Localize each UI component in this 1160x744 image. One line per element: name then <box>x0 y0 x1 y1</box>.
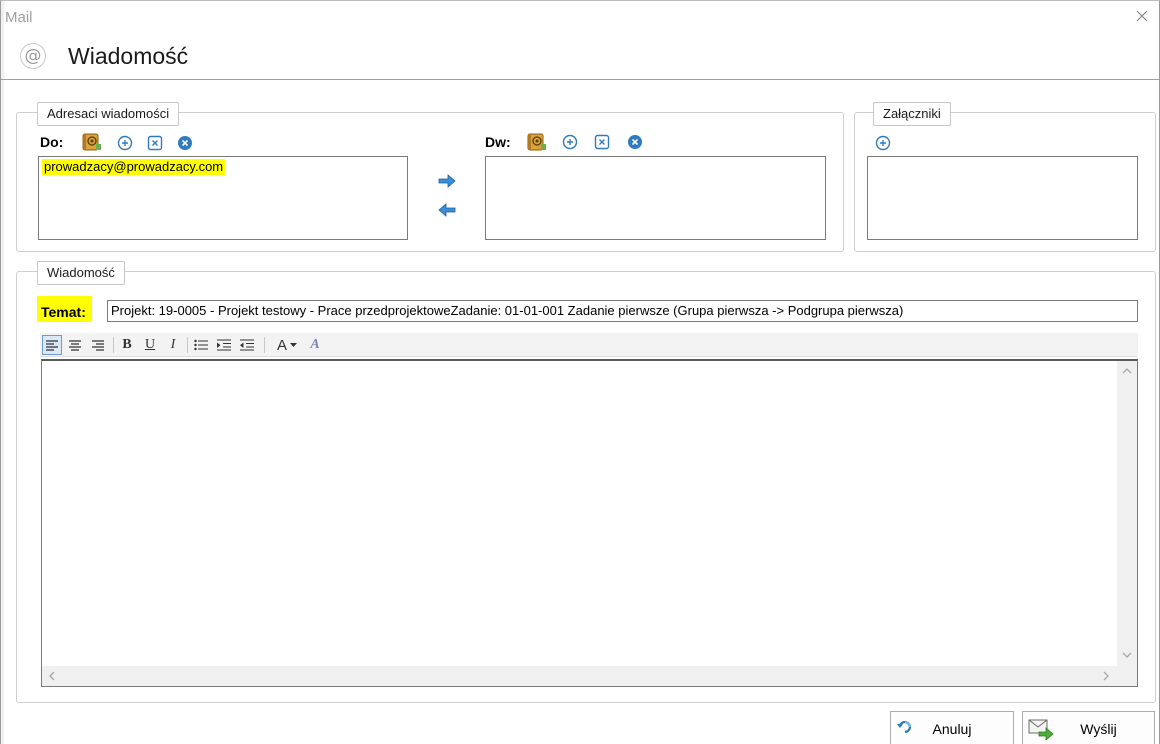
toolbar-separator <box>187 337 188 353</box>
to-label: Do: <box>40 134 64 150</box>
cc-address-book-icon[interactable] <box>525 132 547 152</box>
bullet-list-icon[interactable] <box>191 335 211 355</box>
scroll-left-icon[interactable] <box>48 671 56 684</box>
message-legend: Wiadomość <box>37 261 125 285</box>
cc-recipients-list[interactable] <box>485 156 826 240</box>
window-title: Mail <box>5 9 33 26</box>
subject-label: Temat: <box>37 296 92 322</box>
move-left-icon[interactable] <box>438 201 456 219</box>
close-icon[interactable] <box>1131 5 1153 27</box>
attachments-list[interactable] <box>867 156 1138 240</box>
scroll-up-icon[interactable] <box>1122 365 1132 378</box>
mail-window: Mail @ Wiadomość Adresaci wiadomości Do:… <box>0 0 1160 744</box>
font-color-label: A <box>276 336 287 354</box>
toolbar-separator <box>264 337 265 353</box>
outdent-icon[interactable] <box>237 335 257 355</box>
scrollbar-corner <box>1117 666 1137 686</box>
formatting-toolbar: B U I A A <box>40 333 1138 357</box>
font-color-button[interactable]: A <box>272 335 302 355</box>
cc-clear-icon[interactable] <box>626 133 644 151</box>
underline-button[interactable]: U <box>140 335 160 355</box>
add-icon[interactable] <box>116 134 134 152</box>
at-icon: @ <box>20 43 46 69</box>
scroll-down-icon[interactable] <box>1122 649 1132 662</box>
cc-label: Dw: <box>485 134 511 150</box>
window-left-edge <box>1 1 4 744</box>
message-body-editor[interactable] <box>41 359 1138 687</box>
dialog-header: @ Wiadomość <box>1 35 1159 80</box>
vertical-scrollbar[interactable] <box>1117 361 1137 667</box>
to-recipients-list[interactable]: prowadzacy@prowadzacy.com <box>38 156 408 240</box>
address-book-icon[interactable] <box>80 132 102 152</box>
title-bar: Mail <box>1 1 1159 35</box>
italic-button[interactable]: I <box>163 335 183 355</box>
indent-icon[interactable] <box>214 335 234 355</box>
remove-icon[interactable] <box>146 134 164 152</box>
scroll-right-icon[interactable] <box>1102 671 1110 684</box>
clear-icon[interactable] <box>176 134 194 152</box>
cancel-label: Anuluj <box>932 721 972 737</box>
cc-remove-icon[interactable] <box>593 133 611 151</box>
bold-button[interactable]: B <box>117 335 137 355</box>
recipient-item[interactable]: prowadzacy@prowadzacy.com <box>42 159 226 175</box>
recipients-legend: Adresaci wiadomości <box>37 102 180 126</box>
cancel-button[interactable]: Anuluj <box>890 711 1014 744</box>
attachments-legend: Załączniki <box>873 102 951 126</box>
page-title: Wiadomość <box>68 43 189 69</box>
clear-format-button[interactable]: A <box>305 335 325 355</box>
align-right-icon[interactable] <box>88 335 108 355</box>
toolbar-separator <box>113 337 114 353</box>
move-right-icon[interactable] <box>438 172 456 190</box>
align-center-icon[interactable] <box>65 335 85 355</box>
align-left-icon[interactable] <box>42 335 62 355</box>
cc-add-icon[interactable] <box>561 133 579 151</box>
horizontal-scrollbar[interactable] <box>42 666 1118 686</box>
send-label: Wyślij <box>1080 721 1117 737</box>
send-button[interactable]: Wyślij <box>1022 711 1155 744</box>
subject-input[interactable]: Projekt: 19-0005 - Projekt testowy - Pra… <box>107 300 1138 322</box>
attachment-add-icon[interactable] <box>874 134 892 152</box>
